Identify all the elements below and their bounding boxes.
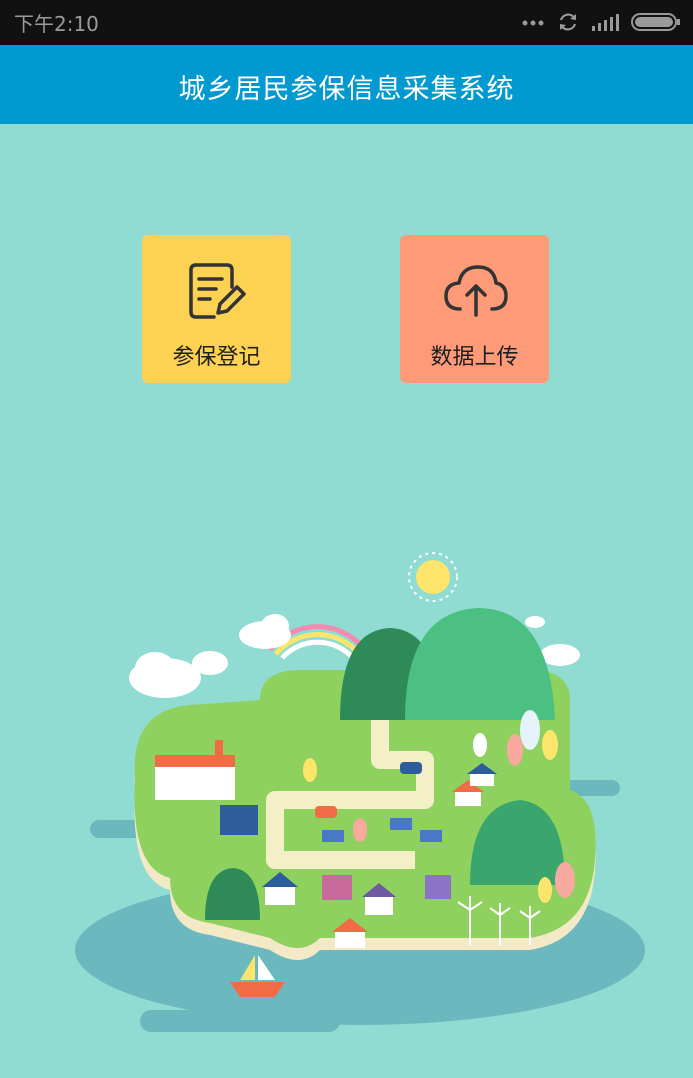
status-icons — [521, 6, 681, 38]
sun — [416, 560, 450, 594]
register-label: 参保登记 — [172, 345, 261, 370]
red-car — [315, 806, 337, 818]
battery-icon — [631, 13, 680, 31]
cloud-upload-icon — [444, 265, 508, 317]
blue-car — [400, 762, 422, 774]
upload-label: 数据上传 — [430, 345, 519, 370]
edit-document-icon — [189, 263, 246, 319]
town-illustration — [75, 552, 645, 1032]
signal-icon — [592, 14, 619, 31]
app-header: 城乡居民参保信息采集系统 — [0, 45, 693, 124]
status-time: 下午2:10 — [14, 12, 99, 36]
status-bar: 下午2:10 — [0, 0, 693, 45]
register-button[interactable]: 参保登记 — [142, 235, 291, 383]
page-title: 城乡居民参保信息采集系统 — [178, 74, 515, 105]
more-dots-icon — [522, 20, 544, 26]
upload-button[interactable]: 数据上传 — [400, 235, 549, 383]
sync-icon — [559, 13, 577, 31]
